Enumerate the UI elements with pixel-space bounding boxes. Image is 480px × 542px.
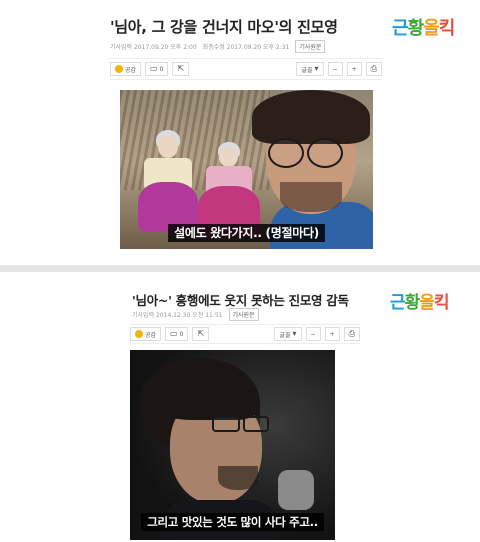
logo: 근황올킥	[390, 293, 450, 313]
microphone	[278, 470, 314, 510]
smile-icon	[115, 65, 123, 73]
chevron-down-icon: ▾	[314, 64, 319, 73]
like-button[interactable]: 공감	[130, 327, 162, 341]
comment-button[interactable]: ▭ 0	[165, 327, 189, 341]
smile-icon	[135, 330, 143, 338]
article-panel-1: '님아, 그 강을 건너지 마오'의 진모영 기사입력 2017.09.20 오…	[0, 0, 480, 265]
font-select[interactable]: 글꼴 ▾	[296, 62, 324, 76]
font-decrease-button[interactable]: −	[327, 62, 343, 76]
published-date: 기사입력 2014.12.30 오전 11:51	[132, 312, 223, 319]
old-man-figure	[138, 130, 198, 232]
print-icon: ⎙	[370, 64, 377, 73]
font-decrease-button[interactable]: −	[305, 327, 321, 341]
modified-date: 최종수정 2017.09.20 오후 2:31	[202, 44, 290, 51]
article-title: '님아, 그 강을 건너지 마오'의 진모영	[110, 18, 338, 36]
share-icon: ⇱	[177, 64, 185, 73]
panel-divider	[0, 265, 480, 272]
chevron-down-icon: ▾	[292, 329, 297, 338]
comment-button[interactable]: ▭ 0	[145, 62, 169, 76]
published-date: 기사입력 2017.09.20 오후 2:00	[110, 44, 197, 51]
comment-icon: ▭	[170, 329, 178, 338]
subtitle-caption: 그리고 맛있는 것도 많이 사다 주고..	[130, 513, 335, 531]
original-article-button[interactable]: 기사원문	[295, 40, 326, 53]
font-increase-button[interactable]: +	[346, 62, 362, 76]
print-button[interactable]: ⎙	[343, 327, 360, 341]
comment-icon: ▭	[150, 64, 158, 73]
article-meta: 기사입력 2014.12.30 오전 11:51 기사원문	[132, 308, 259, 321]
font-increase-button[interactable]: +	[324, 327, 340, 341]
article-meta: 기사입력 2017.09.20 오후 2:00 최종수정 2017.09.20 …	[110, 40, 326, 53]
print-button[interactable]: ⎙	[365, 62, 382, 76]
article-panel-2: '님아~' 흥행에도 웃지 못하는 진모영 감독 기사입력 2014.12.30…	[0, 272, 480, 542]
article-photo: 그리고 맛있는 것도 많이 사다 주고..	[130, 350, 335, 540]
article-toolbar: 공감 ▭ 0 ⇱ 글꼴 ▾ − + ⎙	[130, 324, 360, 344]
logo: 근황올킥	[392, 18, 455, 39]
original-article-button[interactable]: 기사원문	[228, 308, 259, 321]
article-toolbar: 공감 ▭ 0 ⇱ 글꼴 ▾ − + ⎙	[110, 58, 382, 80]
share-icon: ⇱	[197, 329, 205, 338]
like-button[interactable]: 공감	[110, 62, 142, 76]
old-woman-figure	[198, 142, 260, 238]
subtitle-caption: 설에도 왔다가지.. (명절마다)	[120, 224, 373, 242]
print-icon: ⎙	[348, 329, 355, 338]
article-title: '님아~' 흥행에도 웃지 못하는 진모영 감독	[132, 293, 349, 308]
article-photo: 설에도 왔다가지.. (명절마다)	[120, 90, 373, 249]
glasses	[268, 138, 343, 168]
share-button[interactable]: ⇱	[192, 327, 210, 341]
font-select[interactable]: 글꼴 ▾	[274, 327, 302, 341]
share-button[interactable]: ⇱	[172, 62, 190, 76]
glasses	[212, 416, 269, 432]
